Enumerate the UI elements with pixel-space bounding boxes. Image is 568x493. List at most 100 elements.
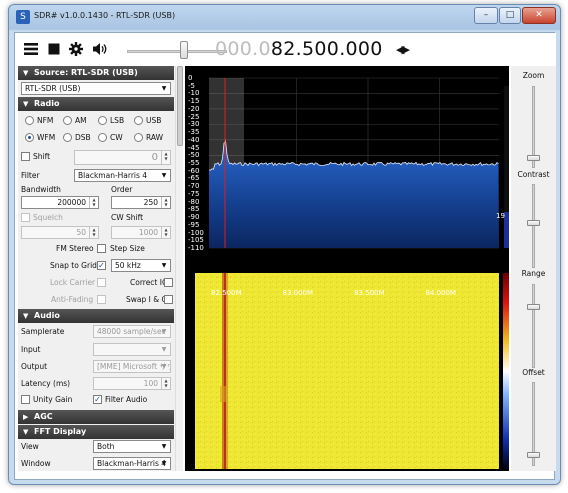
correct-iq-checkbox[interactable] (164, 278, 173, 287)
audio-output-select[interactable]: [MME] Microsoft サウ ▼ (93, 360, 171, 373)
range-slider-track[interactable] (532, 284, 535, 368)
mode-lsb-radio[interactable] (98, 116, 107, 125)
mode-lsb-label: LSB (110, 116, 125, 125)
mode-dsb-label: DSB (75, 133, 91, 142)
scrollbar-thumb[interactable] (177, 66, 183, 146)
control-panel-scrollbar[interactable] (175, 66, 183, 471)
frequency-digits[interactable]: 82.500.000 (271, 38, 383, 60)
source-device-select[interactable]: RTL-SDR (USB) ▼ (21, 82, 171, 95)
fm-stereo-checkbox[interactable] (97, 244, 106, 253)
title-bar[interactable]: S SDR# v1.0.0.1430 - RTL-SDR (USB) – □ ✕ (9, 5, 560, 29)
speaker-icon[interactable] (92, 42, 108, 56)
anti-fading-checkbox[interactable] (97, 295, 106, 304)
client-area: 000.082.500.000 ◀▶ ▼ Source: RTL-SDR (USB… (14, 32, 556, 480)
filter-value: Blackman-Harris 4 (78, 171, 148, 180)
section-fft-header[interactable]: ▼ FFT Display (18, 425, 174, 439)
window-title: SDR# v1.0.0.1430 - RTL-SDR (USB) (34, 11, 176, 20)
menu-icon[interactable] (24, 42, 38, 56)
section-audio-header[interactable]: ▼ Audio (18, 309, 174, 323)
squelch-checkbox[interactable] (21, 213, 30, 222)
app-icon: S (16, 10, 30, 24)
section-agc-header[interactable]: ▶ AGC (18, 410, 174, 424)
squelch-label: Squelch (33, 213, 63, 222)
display-settings-panel: Zoom Contrast Range Offset (511, 66, 556, 471)
order-input[interactable]: 250 ▲ ▼ (111, 196, 171, 209)
frequency-step-arrows[interactable]: ◀▶ (396, 43, 410, 56)
cw-shift-input[interactable]: 1000 ▲ ▼ (111, 226, 171, 239)
filter-audio-label: Filter Audio (105, 395, 148, 404)
lock-carrier-checkbox[interactable] (97, 278, 106, 287)
contrast-label: Contrast (517, 170, 550, 179)
gear-icon[interactable] (69, 42, 83, 56)
filter-audio-checkbox[interactable]: ✓ (93, 395, 102, 404)
frequency-display[interactable]: 000.082.500.000 (215, 38, 383, 60)
bandwidth-input[interactable]: 200000 ▲ ▼ (21, 196, 99, 209)
output-label: Output (21, 362, 48, 371)
view-value: Both (97, 442, 115, 451)
window-select[interactable]: Blackman-Harris 4 ▼ (93, 457, 171, 470)
audio-input-select[interactable]: ▼ (93, 343, 171, 356)
volume-slider-thumb[interactable] (180, 41, 188, 59)
unity-gain-checkbox[interactable] (21, 395, 30, 404)
mode-dsb-radio[interactable] (63, 133, 72, 142)
mode-am-radio[interactable] (63, 116, 72, 125)
step-size-select[interactable]: 50 kHz ▼ (111, 259, 171, 272)
shift-input[interactable]: 0 ▲ ▼ (74, 150, 171, 165)
section-fft-title: FFT Display (34, 427, 87, 436)
squelch-input[interactable]: 50 ▲ ▼ (21, 226, 99, 239)
chevron-down-icon: ▼ (161, 460, 167, 467)
latency-input[interactable]: 100 ▲ ▼ (93, 377, 171, 390)
spin-arrows-icon[interactable]: ▲ ▼ (161, 197, 170, 208)
spectrum-fill (209, 140, 499, 248)
lock-carrier-label: Lock Carrier (50, 278, 96, 287)
samplerate-select[interactable]: 48000 sample/sec ▼ (93, 325, 171, 338)
spin-arrows-icon[interactable]: ▲ ▼ (161, 151, 170, 164)
waterfall[interactable] (195, 273, 499, 469)
offset-label: Offset (522, 368, 545, 377)
cw-shift-value: 1000 (138, 228, 158, 237)
stop-icon[interactable] (47, 42, 61, 56)
mode-raw-radio[interactable] (134, 133, 143, 142)
close-button[interactable]: ✕ (522, 7, 556, 24)
view-select[interactable]: Both ▼ (93, 440, 171, 453)
mode-cw-radio[interactable] (98, 133, 107, 142)
minimize-button[interactable]: – (474, 7, 498, 24)
chevron-down-icon: ▼ (161, 363, 167, 370)
mode-wfm-radio[interactable] (25, 133, 34, 142)
range-slider-thumb[interactable] (527, 304, 540, 310)
mode-usb-radio[interactable] (134, 116, 143, 125)
zoom-slider-thumb[interactable] (527, 155, 540, 161)
zoom-label: Zoom (522, 71, 545, 80)
shift-checkbox[interactable] (21, 152, 30, 161)
spectrum-display[interactable]: 0 -5 -10 -15 -20 -25 -30 -35 -40 -45 -50 -55 -60 -65-… (185, 66, 509, 471)
toolbar: 000.082.500.000 ◀▶ (15, 33, 556, 66)
spin-arrows-icon[interactable]: ▲ ▼ (161, 378, 170, 389)
spin-arrows-icon[interactable]: ▲ ▼ (161, 227, 170, 238)
swap-iq-checkbox[interactable] (164, 295, 173, 304)
x-tick-label: 83.000M (282, 289, 314, 297)
spin-arrows-icon[interactable]: ▲ ▼ (89, 197, 98, 208)
order-value: 250 (143, 198, 158, 207)
unity-gain-label: Unity Gain (33, 395, 73, 404)
snap-to-grid-checkbox[interactable]: ✓ (97, 261, 106, 270)
mode-raw-label: RAW (146, 133, 164, 142)
spectrum-canvas[interactable] (185, 66, 509, 471)
volume-slider-track[interactable] (127, 50, 227, 53)
x-tick-label: 83.500M (354, 289, 385, 297)
chevron-down-icon: ▼ (161, 346, 167, 353)
offset-slider-thumb[interactable] (527, 452, 540, 458)
section-radio-header[interactable]: ▼ Radio (18, 97, 174, 111)
spin-arrows-icon[interactable]: ▲ ▼ (89, 227, 98, 238)
mode-usb-label: USB (146, 116, 162, 125)
order-label: Order (111, 185, 133, 194)
bandwidth-label: Bandwidth (21, 185, 61, 194)
contrast-slider-track[interactable] (532, 184, 535, 268)
mode-nfm-radio[interactable] (25, 116, 34, 125)
section-source-header[interactable]: ▼ Source: RTL-SDR (USB) (18, 66, 174, 80)
contrast-slider-thumb[interactable] (527, 220, 540, 226)
maximize-button[interactable]: □ (499, 7, 521, 24)
level-value: 19 (496, 212, 505, 220)
frequency-leading-digits[interactable]: 000.0 (215, 38, 271, 60)
squelch-value: 50 (76, 228, 86, 237)
filter-select[interactable]: Blackman-Harris 4 ▼ (74, 169, 171, 182)
